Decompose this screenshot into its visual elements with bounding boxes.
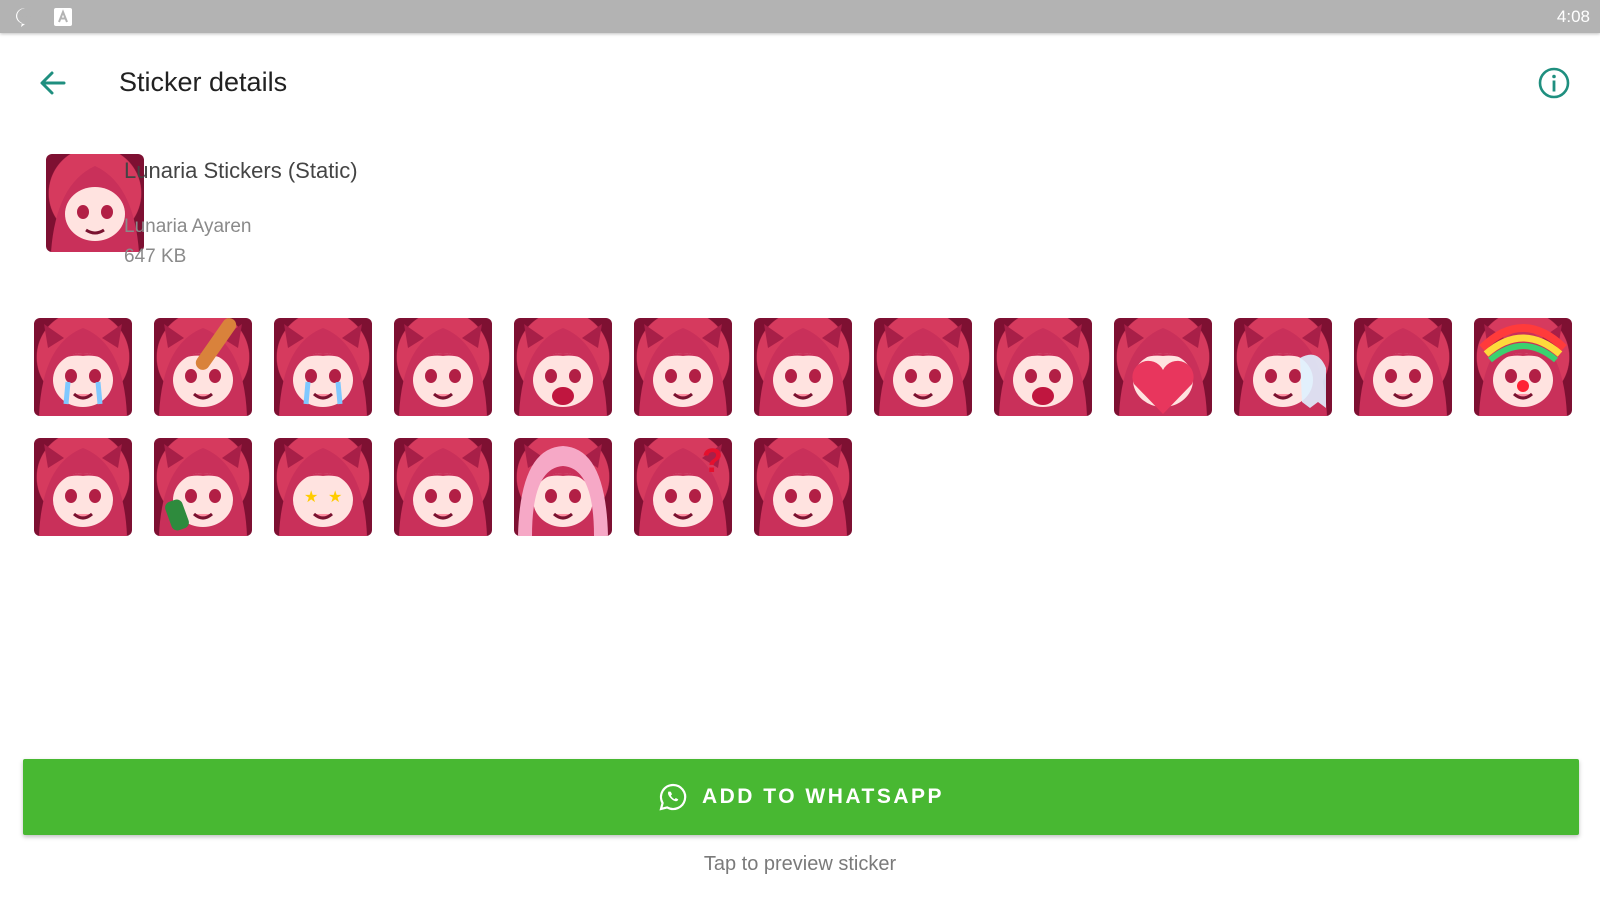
pack-author: Lunaria Ayaren [124, 216, 252, 237]
sticker-teary-eyes[interactable] [1354, 318, 1452, 416]
sticker-art: ? [639, 442, 727, 536]
sticker-art [279, 324, 367, 416]
sticker-art [399, 444, 487, 536]
sticker-art [639, 324, 727, 416]
android-a-icon [54, 8, 72, 26]
chat-bubble-icon [16, 8, 31, 27]
sticker-art [999, 324, 1087, 416]
sticker-grid: ★ ★ ? [34, 318, 1574, 536]
sticker-surprised[interactable] [394, 318, 492, 416]
add-to-whatsapp-button[interactable]: ADD TO WHATSAPP [23, 759, 1579, 835]
sticker-crying[interactable] [34, 318, 132, 416]
svg-text:?: ? [702, 442, 723, 480]
sticker-pouting[interactable] [34, 438, 132, 536]
sticker-drinking[interactable] [634, 318, 732, 416]
svg-text:★: ★ [328, 487, 342, 506]
sticker-art [759, 444, 847, 536]
pack-size: 647 KB [124, 246, 187, 267]
sticker-art [399, 324, 487, 416]
sticker-star-eyes[interactable]: ★ ★ [274, 438, 372, 536]
sticker-art [1479, 324, 1567, 416]
whatsapp-icon [659, 783, 687, 811]
sticker-confused-question[interactable]: ? [634, 438, 732, 536]
sticker-laughing[interactable] [994, 318, 1092, 416]
sticker-clown[interactable] [1474, 318, 1572, 416]
add-button-label: ADD TO WHATSAPP [701, 785, 945, 808]
sticker-shouting[interactable] [514, 318, 612, 416]
sticker-art [518, 444, 608, 536]
sticker-art [159, 318, 247, 416]
sticker-baseball-bat[interactable] [154, 318, 252, 416]
sticker-waving[interactable] [874, 318, 972, 416]
page-title: Sticker details [119, 67, 288, 97]
sticker-tears[interactable] [274, 318, 372, 416]
sticker-thinking[interactable] [394, 438, 492, 536]
sticker-phone-call[interactable] [154, 438, 252, 536]
sticker-art [39, 444, 127, 536]
sticker-art [159, 444, 247, 536]
status-bar: 4:08 [0, 0, 1600, 33]
info-icon[interactable] [1536, 65, 1572, 101]
sticker-grin[interactable] [754, 438, 852, 536]
sticker-art [1359, 324, 1447, 416]
pack-name: Lunaria Stickers (Static) [124, 158, 358, 183]
preview-hint: Tap to preview sticker [703, 853, 897, 875]
sticker-art [879, 324, 967, 416]
sticker-art: ★ ★ [279, 444, 367, 536]
sticker-smirk[interactable] [754, 318, 852, 416]
sticker-art [39, 324, 127, 416]
sticker-art [1239, 324, 1327, 416]
status-time: 4:08 [1556, 7, 1590, 26]
sticker-heart[interactable] [1114, 318, 1212, 416]
sticker-art [759, 324, 847, 416]
sticker-art [519, 324, 607, 416]
svg-text:★: ★ [304, 487, 318, 506]
back-arrow-icon[interactable] [34, 64, 72, 102]
sticker-ghost[interactable] [1234, 318, 1332, 416]
sticker-art [1119, 324, 1207, 416]
sticker-pink-hood[interactable] [514, 438, 612, 536]
